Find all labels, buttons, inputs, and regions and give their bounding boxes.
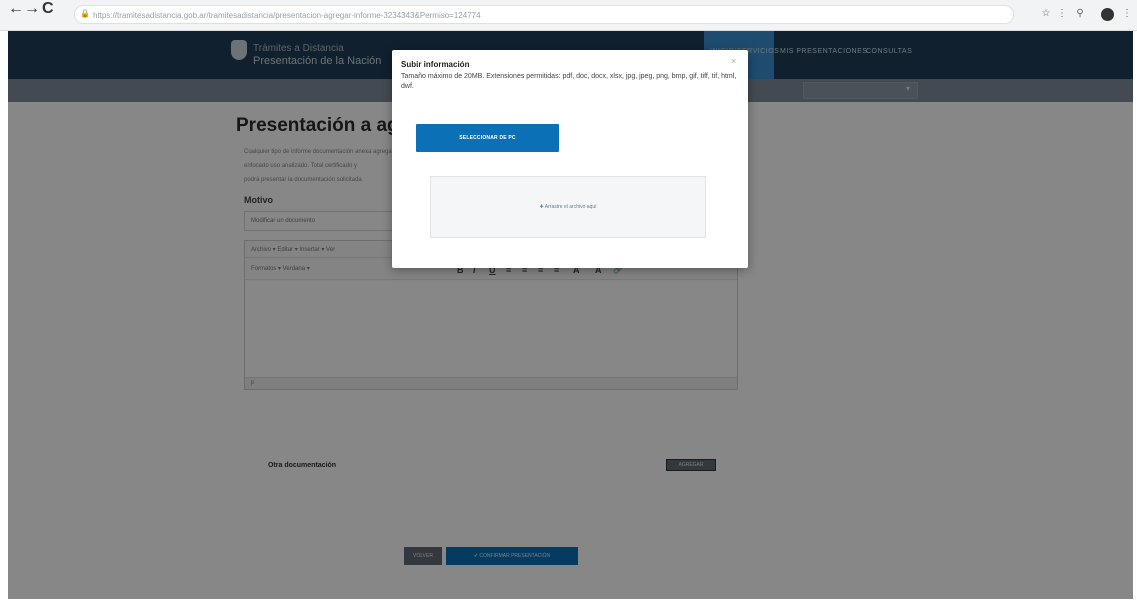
- forward-icon[interactable]: →: [24, 0, 40, 18]
- modal-description: Tamaño máximo de 20MB. Extensiones permi…: [401, 73, 737, 90]
- dropzone-text: ✚ Arrastre el archivo aquí: [539, 204, 597, 210]
- close-icon[interactable]: ×: [731, 56, 736, 66]
- bookmark-star-icon[interactable]: ☆: [1040, 8, 1052, 20]
- modal-title: Subir información: [401, 60, 470, 69]
- lock-icon: 🔒: [80, 9, 90, 18]
- pin-icon[interactable]: ⚲: [1074, 8, 1086, 20]
- reload-icon[interactable]: C: [42, 0, 54, 18]
- address-bar[interactable]: https://tramitesadistancia.gob.ar/tramit…: [74, 5, 1014, 24]
- back-icon[interactable]: ←: [8, 0, 24, 18]
- profile-avatar[interactable]: [1101, 8, 1114, 21]
- select-from-pc-button[interactable]: SELECCIONAR DE PC: [416, 124, 559, 152]
- menu-dots-icon[interactable]: ⋮: [1121, 8, 1133, 20]
- extension-icon[interactable]: ⋮: [1056, 8, 1068, 20]
